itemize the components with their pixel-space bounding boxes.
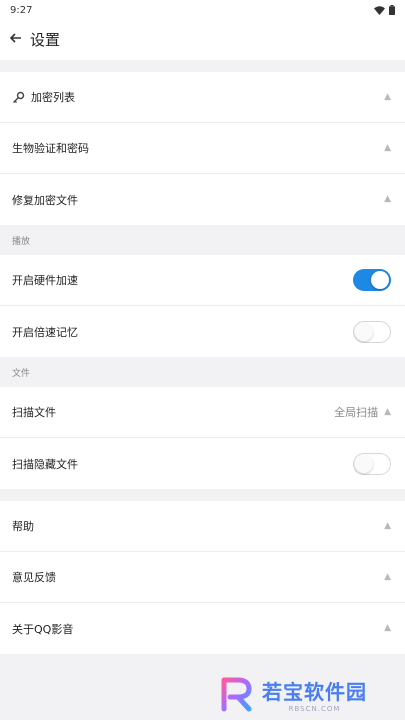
row-label: 加密列表 xyxy=(31,91,75,104)
row-label: 开启倍速记忆 xyxy=(12,325,78,339)
row-speed-memory: 开启倍速记忆 xyxy=(0,306,405,357)
chevron-icon: ▲ xyxy=(384,406,391,417)
spacer xyxy=(0,60,405,72)
wifi-icon xyxy=(374,5,385,15)
row-about[interactable]: 关于QQ影音 ▲ xyxy=(0,603,405,654)
chevron-icon: ▲ xyxy=(384,571,391,582)
scan-mode-value: 全局扫描 xyxy=(334,406,379,419)
app-bar: 设置 xyxy=(0,18,405,60)
watermark: 若宝软件园 RBSCN.COM xyxy=(218,670,398,718)
row-label: 修复加密文件 xyxy=(12,193,78,207)
row-hardware-acceleration: 开启硬件加速 xyxy=(0,255,405,306)
chevron-icon: ▲ xyxy=(384,91,391,102)
playback-group: 开启硬件加速 开启倍速记忆 xyxy=(0,255,405,357)
status-icons xyxy=(374,5,395,15)
status-bar: 9:27 xyxy=(0,0,405,18)
section-header-files: 文件 xyxy=(0,357,405,387)
chevron-icon: ▲ xyxy=(384,623,391,633)
back-arrow-icon[interactable] xyxy=(9,32,22,46)
chevron-icon: ▲ xyxy=(384,520,391,531)
row-feedback[interactable]: 意见反馈 ▲ xyxy=(0,552,405,603)
scan-hidden-files-toggle[interactable] xyxy=(353,452,391,475)
watermark-title: 若宝软件园 xyxy=(262,679,367,704)
row-encrypted-list[interactable]: 加密列表 ▲ xyxy=(0,72,405,123)
top-settings-group: 加密列表 ▲ 生物验证和密码 ▲ 修复加密文件 ▲ xyxy=(0,72,405,225)
battery-icon xyxy=(389,5,395,15)
speed-memory-toggle[interactable] xyxy=(353,320,391,343)
files-group: 扫描文件 全局扫描 ▲ 扫描隐藏文件 xyxy=(0,387,405,489)
page-title: 设置 xyxy=(30,30,61,49)
key-icon xyxy=(13,91,25,103)
toggle-knob xyxy=(355,454,373,473)
chevron-icon: ▲ xyxy=(384,194,391,204)
row-label: 扫描文件 xyxy=(12,406,56,419)
bottom-settings-group: 帮助 ▲ 意见反馈 ▲ 关于QQ影音 ▲ xyxy=(0,501,405,654)
hardware-acceleration-toggle[interactable] xyxy=(353,269,391,291)
section-header-playback: 播放 xyxy=(0,225,405,255)
watermark-logo-icon xyxy=(221,677,252,712)
row-label: 帮助 xyxy=(12,520,34,533)
watermark-subtitle: RBSCN.COM xyxy=(288,704,341,713)
toggle-knob xyxy=(355,322,373,341)
row-biometric-password[interactable]: 生物验证和密码 ▲ xyxy=(0,123,405,174)
spacer xyxy=(0,489,405,501)
row-scan-hidden-files: 扫描隐藏文件 xyxy=(0,438,405,489)
status-time: 9:27 xyxy=(10,4,33,16)
row-scan-files[interactable]: 扫描文件 全局扫描 ▲ xyxy=(0,387,405,438)
row-repair-encrypted-files[interactable]: 修复加密文件 ▲ xyxy=(0,174,405,225)
row-label: 开启硬件加速 xyxy=(12,274,78,287)
toggle-knob xyxy=(371,271,389,289)
row-label: 扫描隐藏文件 xyxy=(12,457,78,471)
row-label: 生物验证和密码 xyxy=(12,142,89,155)
row-label: 关于QQ影音 xyxy=(12,622,74,636)
chevron-icon: ▲ xyxy=(384,142,391,153)
row-label: 意见反馈 xyxy=(12,571,56,584)
row-help[interactable]: 帮助 ▲ xyxy=(0,501,405,552)
